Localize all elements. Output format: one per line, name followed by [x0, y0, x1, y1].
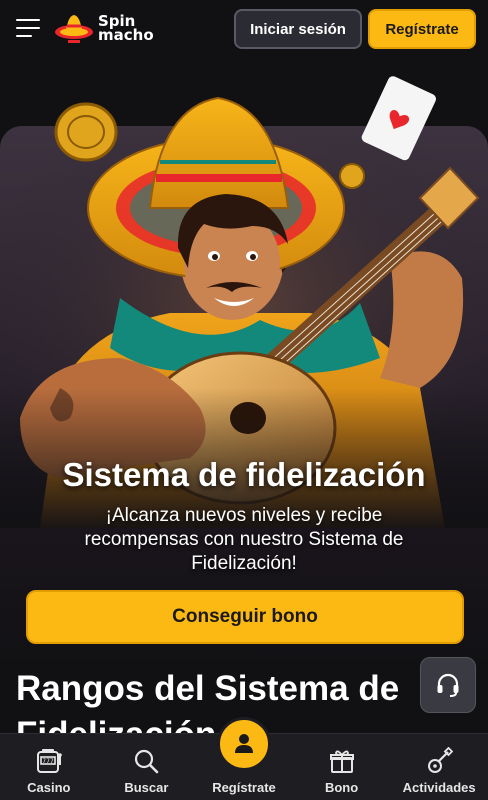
gold-coin-1 — [54, 102, 118, 162]
hero-subtitle: ¡Alcanza nuevos niveles y recibe recompe… — [84, 505, 404, 574]
logo-line-2: macho — [98, 26, 154, 44]
svg-text:777: 777 — [42, 758, 54, 765]
register-nav-circle[interactable] — [216, 717, 271, 771]
hero-title: Sistema de fidelización — [62, 456, 426, 493]
search-icon — [135, 749, 159, 774]
register-button[interactable]: Regístrate — [368, 9, 476, 49]
get-bonus-button[interactable]: Conseguir bono — [26, 590, 464, 644]
nav-label-search: Buscar — [124, 780, 169, 795]
nav-item-bonus[interactable]: Bono — [293, 734, 391, 800]
gold-coin-2 — [339, 163, 365, 189]
nav-label-activities: Actividades — [402, 780, 476, 795]
hero-banner: Sistema de fidelización ¡Alcanza nuevos … — [0, 58, 488, 658]
guitar-icon — [428, 747, 454, 773]
headset-icon — [437, 673, 459, 697]
top-header: Spin macho Iniciar sesión Regístrate — [0, 0, 488, 58]
nav-item-search[interactable]: Buscar — [98, 734, 196, 800]
slot-machine-icon: 777 — [36, 749, 62, 773]
sombrero-logo-icon — [55, 15, 93, 43]
nav-item-activities[interactable]: Actividades — [390, 734, 488, 800]
user-plus-icon — [234, 734, 253, 753]
hamburger-menu-icon[interactable] — [16, 19, 42, 39]
nav-label-casino: Casino — [27, 780, 71, 795]
logo-text: Spin macho — [98, 14, 154, 44]
gift-icon — [329, 750, 354, 773]
login-button[interactable]: Iniciar sesión — [234, 9, 362, 49]
nav-item-register[interactable]: Regístrate — [195, 717, 293, 800]
support-chat-button[interactable] — [420, 657, 476, 713]
nav-label-bonus: Bono — [324, 780, 359, 795]
bottom-navigation: 777 Casino Buscar Regístrate Bono Activi… — [0, 717, 488, 800]
nav-label-register: Regístrate — [212, 780, 276, 795]
logo[interactable]: Spin macho — [54, 8, 164, 48]
nav-item-casino[interactable]: 777 Casino — [0, 734, 98, 800]
